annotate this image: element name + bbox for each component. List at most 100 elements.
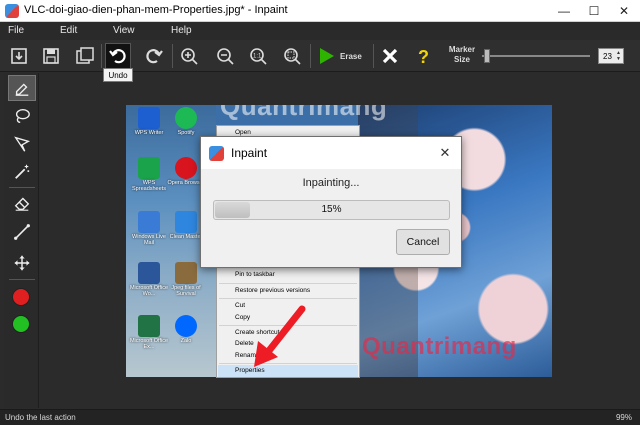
dialog-title: Inpaint (231, 146, 268, 160)
desktop-icon-windows-live-mail: Windows Live Mail (129, 211, 169, 246)
dialog-title-bar: Inpaint ✕ (201, 137, 461, 169)
cancel-x-icon (382, 48, 398, 64)
polygon-lasso-tool[interactable] (8, 131, 36, 157)
marker-icon (15, 83, 29, 96)
green-color-swatch[interactable] (12, 315, 30, 333)
minimize-button[interactable]: — (549, 0, 579, 22)
marker-size-slider-thumb[interactable] (484, 49, 490, 63)
undo-icon (109, 49, 126, 64)
zoom-in-button[interactable] (176, 43, 202, 69)
zoom-level: 99% (615, 413, 632, 422)
zoom-out-button[interactable] (212, 43, 238, 69)
menu-help[interactable]: Help (171, 25, 192, 36)
spin-arrows-icon[interactable]: ▲ ▼ (616, 50, 622, 62)
dialog-cancel-button[interactable]: Cancel (396, 229, 450, 255)
svg-text:?: ? (418, 47, 429, 66)
ctx-pin-taskbar: Pin to taskbar (235, 271, 275, 278)
watermark-red: Quantrimang (362, 333, 517, 360)
zoom-actual-button[interactable]: 1:1 (245, 43, 271, 69)
toolbar-divider (172, 44, 173, 68)
cancel-erase-button[interactable] (377, 43, 403, 69)
svg-text:1:1: 1:1 (253, 54, 262, 60)
dialog-close-button[interactable]: ✕ (435, 143, 455, 163)
menu-view[interactable]: View (113, 25, 135, 36)
red-arrow-icon (254, 305, 306, 367)
zoom-out-icon (217, 48, 234, 65)
save-as-icon (76, 47, 94, 64)
toolbar-divider (101, 44, 102, 68)
undo-button[interactable] (105, 43, 131, 69)
zoom-fit-button[interactable] (279, 43, 305, 69)
desktop-icon-wps-spreadsheets: WPS Spreadsheets (129, 157, 169, 192)
window-title: VLC-doi-giao-dien-phan-mem-Properties.jp… (24, 4, 288, 16)
dialog-status-text: Inpainting... (302, 177, 360, 189)
toolbar: 1:1 Erase ? Marker Size 23 ▲ ▼ (0, 40, 640, 72)
magic-wand-tool[interactable] (8, 159, 36, 185)
ctx-open: Open (235, 129, 251, 136)
open-button[interactable] (6, 43, 32, 69)
menu-bar: File Edit View Help (0, 22, 640, 40)
progress-bar: 15% (213, 200, 450, 220)
move-tool[interactable] (8, 250, 36, 276)
help-question-icon: ? (418, 47, 429, 66)
ctx-separator (219, 283, 357, 284)
dialog-app-icon (209, 146, 224, 161)
marker-label-line2: Size (453, 55, 470, 64)
open-file-icon (11, 48, 27, 64)
polygon-lasso-icon (14, 136, 31, 152)
marker-label-line1: Marker (448, 45, 476, 54)
menu-file[interactable]: File (8, 25, 24, 36)
erase-label: Erase (340, 51, 362, 61)
desktop-icon-spotify: Spotify (166, 107, 206, 136)
eraser-tool[interactable] (8, 190, 36, 216)
ctx-copy: Copy (235, 314, 251, 321)
marker-size-label: Marker Size (444, 45, 480, 65)
tool-panel (4, 73, 39, 408)
app-icon (5, 4, 19, 18)
erase-play-icon (320, 48, 334, 64)
marker-size-spinbox[interactable]: 23 ▲ ▼ (598, 48, 624, 64)
desktop-icon-office-excel: Microsoft Office Ex... (129, 315, 169, 350)
line-tool[interactable] (8, 219, 36, 245)
desktop-icon-zalo: Zalo (166, 315, 206, 344)
toolbar-divider (373, 44, 374, 68)
menu-edit[interactable]: Edit (60, 25, 77, 36)
eraser-icon (14, 197, 30, 211)
tool-divider (9, 279, 35, 280)
marker-tool[interactable] (8, 75, 36, 101)
maximize-button[interactable]: ☐ (579, 0, 609, 22)
ctx-restore-versions: Restore previous versions (235, 287, 311, 294)
save-button[interactable] (38, 43, 64, 69)
undo-tooltip: Undo (103, 68, 133, 82)
redo-icon (146, 49, 163, 64)
erase-button[interactable]: Erase (316, 43, 370, 69)
red-color-swatch[interactable] (12, 288, 30, 306)
redo-button[interactable] (141, 43, 167, 69)
marker-size-value: 23 (603, 51, 612, 61)
line-icon (14, 224, 30, 240)
close-button[interactable]: ✕ (609, 0, 639, 22)
lasso-icon (15, 109, 30, 123)
zoom-fit-icon (284, 48, 301, 65)
inpaint-progress-dialog: Inpaint ✕ Inpainting... 15% Cancel (200, 136, 462, 268)
ctx-separator (219, 298, 357, 299)
toolbar-divider (310, 44, 311, 68)
save-icon (43, 48, 59, 64)
magic-wand-icon (15, 164, 30, 179)
marker-size-slider[interactable] (482, 55, 590, 57)
lasso-tool[interactable] (8, 103, 36, 129)
help-button[interactable]: ? (411, 43, 437, 69)
ctx-cut: Cut (235, 302, 246, 309)
save-as-button[interactable] (72, 43, 98, 69)
watermark: Quantrimang (220, 105, 388, 121)
desktop-icon-office-word: Microsoft Office Wo... (129, 262, 169, 297)
desktop-icon-wps-writer: WPS Writer (129, 107, 169, 136)
progress-percent: 15% (321, 204, 342, 215)
status-message: Undo the last action (5, 413, 76, 422)
zoom-actual-icon: 1:1 (250, 48, 267, 65)
tool-divider (9, 187, 35, 188)
move-icon (14, 255, 30, 271)
title-bar: VLC-doi-giao-dien-phan-mem-Properties.jp… (0, 0, 640, 22)
status-bar: Undo the last action 99% (0, 409, 640, 425)
zoom-in-icon (181, 48, 198, 65)
